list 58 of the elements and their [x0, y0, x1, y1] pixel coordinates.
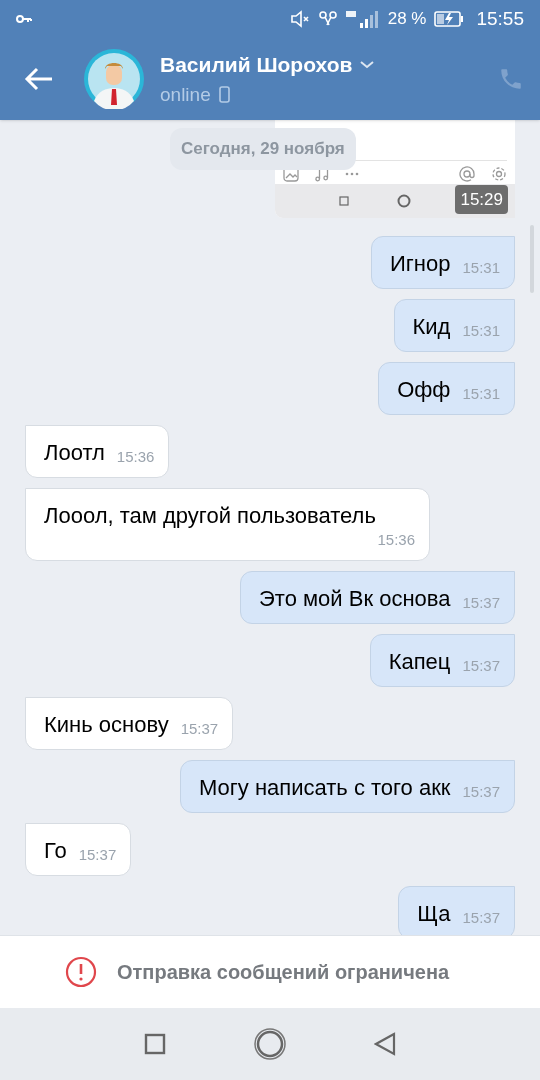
signal-icon [345, 10, 380, 28]
more-icon [345, 172, 359, 176]
message-time: 15:37 [180, 719, 219, 739]
message-time: 15:37 [462, 656, 500, 676]
outgoing-message-bubble[interactable]: Капец 15:37 [369, 634, 515, 687]
back-arrow-icon[interactable] [24, 67, 54, 91]
outgoing-message-bubble[interactable]: Ща 15:37 [398, 886, 515, 935]
message-text: Го [44, 837, 67, 865]
back-icon[interactable] [374, 1032, 397, 1056]
contact-name[interactable]: Василий Шорохов [160, 49, 353, 81]
outgoing-message-bubble[interactable]: Офф 15:31 [378, 362, 515, 415]
message-time: 15:36 [116, 447, 155, 467]
recents-icon [339, 196, 349, 206]
message-time: 15:31 [462, 321, 500, 341]
battery-percent: 28 % [387, 8, 427, 31]
message-text: Лооол, там другой пользователь [44, 502, 376, 530]
incoming-message-bubble[interactable]: Кинь основу 15:37 [25, 697, 234, 750]
message-text: Офф [397, 376, 451, 404]
message-time: 15:29 [455, 184, 508, 214]
outgoing-message-bubble[interactable]: Могу написать с того акк 15:37 [179, 760, 515, 813]
at-sign-icon [459, 166, 475, 182]
message-text: Кинь основу [44, 711, 169, 739]
warning-icon [65, 956, 97, 988]
message-time: 15:37 [78, 845, 117, 865]
restriction-notice: Отправка сообщений ограничена [117, 960, 450, 985]
message-time: 15:37 [462, 908, 500, 928]
home-icon [397, 194, 411, 208]
outgoing-message-bubble[interactable]: Это мой Вк основа 15:37 [240, 571, 515, 624]
message-text: Кид [412, 313, 451, 341]
message-text: Ща [417, 900, 451, 928]
mute-icon [289, 10, 310, 28]
home-icon[interactable] [253, 1027, 287, 1061]
chevron-down-icon[interactable] [360, 60, 375, 69]
message-text: Могу написать с того акк [198, 774, 451, 802]
online-status: online [160, 82, 211, 107]
message-text: Капец [388, 648, 451, 676]
key-icon [16, 14, 32, 24]
incoming-message-bubble[interactable]: Го 15:37 [25, 823, 132, 876]
message-time: 15:31 [462, 384, 500, 404]
link-icon [317, 10, 338, 28]
message-time: 15:31 [462, 258, 500, 278]
incoming-message-bubble[interactable]: Лооол, там другой пользователь 15:36 [25, 488, 430, 561]
settings-icon [491, 166, 507, 182]
battery-charging-icon [434, 11, 465, 27]
status-time: 15:55 [476, 6, 524, 31]
outgoing-message-bubble[interactable]: Кид 15:31 [393, 299, 515, 352]
outgoing-message-bubble[interactable]: Игнор 15:31 [371, 236, 515, 289]
message-text: Игнор [390, 250, 451, 278]
message-time: 15:37 [462, 593, 500, 613]
message-time: 15:36 [377, 530, 415, 550]
phone-device-icon [218, 86, 230, 104]
message-time: 15:37 [462, 782, 500, 802]
recents-icon[interactable] [143, 1033, 166, 1055]
floating-date-toast: Сегодня, 29 ноября [170, 128, 356, 170]
message-text: Это мой Вк основа [259, 585, 451, 613]
avatar[interactable] [84, 49, 144, 109]
incoming-message-bubble[interactable]: Лоотл 15:36 [25, 425, 170, 478]
message-text: Лоотл [44, 439, 105, 467]
